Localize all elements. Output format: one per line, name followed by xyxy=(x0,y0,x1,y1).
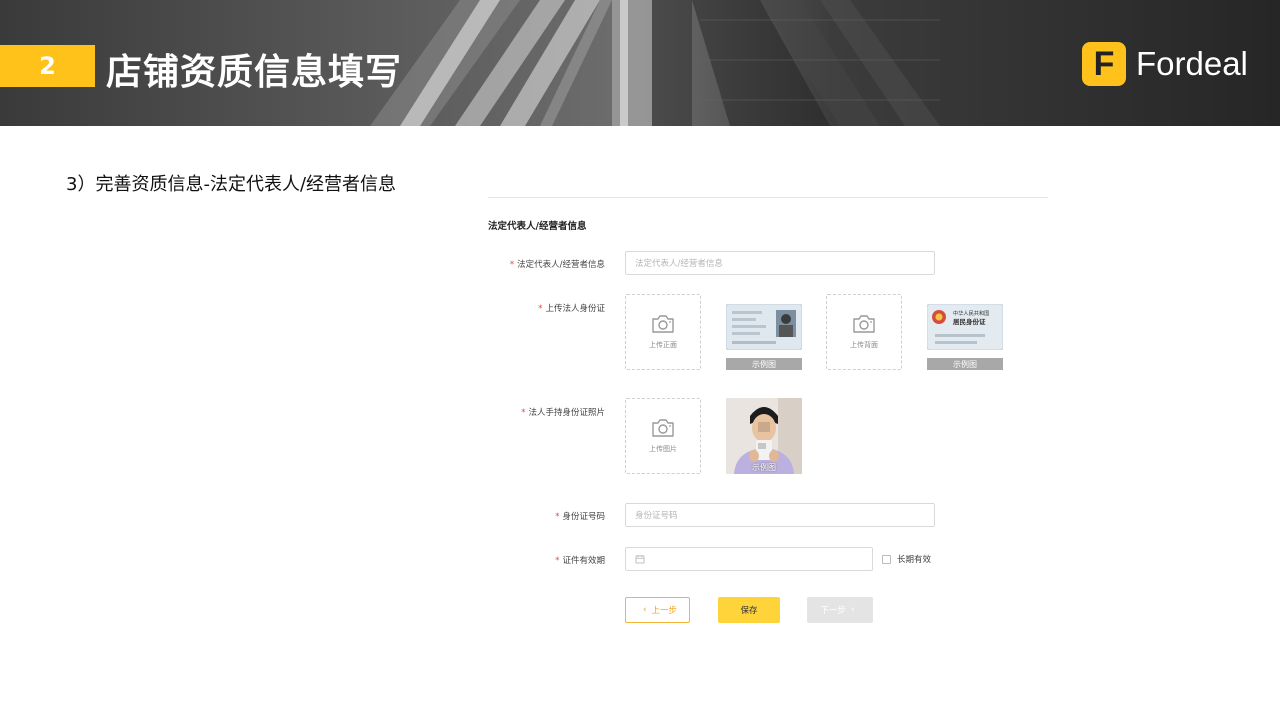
calendar-icon xyxy=(635,555,645,564)
next-step-button[interactable]: 下一步 › xyxy=(807,597,873,623)
step-number-badge: 2 xyxy=(0,45,95,87)
header-banner: 2 店铺资质信息填写 F Fordeal xyxy=(0,0,1280,126)
id-back-sample: 中华人民共和国 居民身份证 示例图 xyxy=(926,303,1004,370)
legal-rep-label: * 法定代表人/经营者信息 xyxy=(465,258,605,270)
id-front-sample: 示例图 xyxy=(725,303,803,370)
camera-icon xyxy=(652,419,674,437)
upload-handheld-button[interactable]: 上传图片 xyxy=(625,398,701,474)
id-number-label-text: 身份证号码 xyxy=(562,512,605,522)
required-mark: * xyxy=(538,304,543,314)
logo-mark: F xyxy=(1082,42,1126,86)
upload-handheld-caption: 上传图片 xyxy=(649,445,677,453)
handheld-photo-label-text: 法人手持身份证照片 xyxy=(528,408,605,418)
logo-text: Fordeal xyxy=(1136,45,1248,82)
handheld-sample-caption: 示例图 xyxy=(752,462,776,472)
chevron-left-icon: ‹ xyxy=(642,605,647,615)
upload-front-caption: 上传正面 xyxy=(649,341,677,349)
page-title: 店铺资质信息填写 xyxy=(106,52,403,93)
id-number-placeholder: 身份证号码 xyxy=(635,511,678,521)
save-button[interactable]: 保存 xyxy=(718,597,780,623)
handheld-photo-label: * 法人手持身份证照片 xyxy=(465,406,605,418)
id-number-label: * 身份证号码 xyxy=(465,510,605,522)
section-heading: 3）完善资质信息-法定代表人/经营者信息 xyxy=(66,174,397,195)
validity-label-text: 证件有效期 xyxy=(562,556,605,566)
id-back-sample-image: 中华人民共和国 居民身份证 xyxy=(926,303,1004,351)
id-front-sample-image xyxy=(725,303,803,351)
required-mark: * xyxy=(555,556,560,566)
required-mark: * xyxy=(509,260,515,270)
prev-step-button[interactable]: ‹ 上一步 xyxy=(625,597,690,623)
form-title: 法定代表人/经营者信息 xyxy=(488,221,587,232)
id-upload-label: * 上传法人身份证 xyxy=(465,302,605,314)
legal-rep-label-text: 法定代表人/经营者信息 xyxy=(517,260,605,270)
next-step-label: 下一步 xyxy=(820,606,846,616)
long-term-valid-option[interactable]: 长期有效 xyxy=(882,553,931,565)
camera-icon xyxy=(652,315,674,333)
upload-front-button[interactable]: 上传正面 xyxy=(625,294,701,370)
id-upload-label-text: 上传法人身份证 xyxy=(545,304,605,314)
id-back-sample-line2: 居民身份证 xyxy=(953,317,986,326)
fordeal-logo: F Fordeal xyxy=(1082,42,1248,86)
form-divider xyxy=(488,197,1048,198)
validity-label: * 证件有效期 xyxy=(465,554,605,566)
prev-step-label: 上一步 xyxy=(651,606,678,616)
validity-date-picker[interactable] xyxy=(625,547,873,571)
chevron-right-icon: › xyxy=(850,605,855,615)
long-term-valid-label: 长期有效 xyxy=(897,555,932,565)
id-back-sample-line1: 中华人民共和国 xyxy=(953,309,989,317)
long-term-valid-checkbox[interactable] xyxy=(882,554,891,564)
legal-rep-input[interactable]: 法定代表人/经营者信息 xyxy=(625,251,935,275)
required-mark: * xyxy=(555,512,560,522)
id-front-sample-caption: 示例图 xyxy=(726,358,802,370)
legal-rep-placeholder: 法定代表人/经营者信息 xyxy=(635,259,723,269)
camera-icon xyxy=(853,315,875,333)
handheld-sample: 示例图 xyxy=(726,398,802,474)
required-mark: * xyxy=(521,408,526,418)
id-number-input[interactable]: 身份证号码 xyxy=(625,503,935,527)
id-back-sample-caption: 示例图 xyxy=(927,358,1003,370)
save-label: 保存 xyxy=(740,606,758,616)
upload-back-button[interactable]: 上传背面 xyxy=(826,294,902,370)
upload-back-caption: 上传背面 xyxy=(850,341,878,349)
